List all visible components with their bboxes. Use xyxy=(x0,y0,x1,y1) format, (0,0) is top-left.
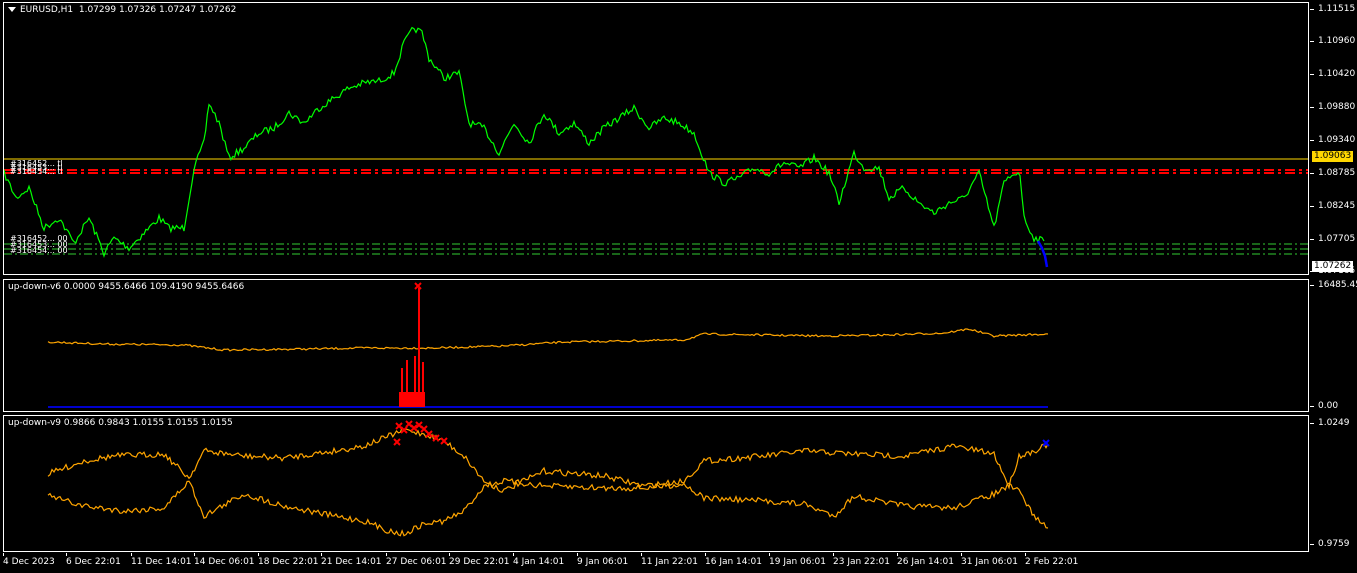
symbol-title: EURUSD,H1 xyxy=(20,5,74,15)
indicator-v6-pane[interactable]: up-down-v6 0.0000 9455.6466 109.4190 945… xyxy=(3,279,1309,412)
signal-marker-icon xyxy=(425,430,433,438)
v6-axis-top: 16485.450 xyxy=(1310,280,1357,290)
histogram-bar xyxy=(422,362,424,407)
time-tick: 19 Jan 06:01 xyxy=(769,553,826,567)
time-tick: 11 Dec 14:01 xyxy=(131,553,192,567)
price-tick: 1.09340 xyxy=(1309,135,1356,145)
indicator-v6-line xyxy=(47,328,1049,352)
time-tick: 23 Jan 22:01 xyxy=(833,553,890,567)
time-tick: 2 Feb 22:01 xyxy=(1025,553,1079,567)
signal-marker-icon xyxy=(1042,439,1050,447)
time-tick: 11 Jan 22:01 xyxy=(641,553,698,567)
indicator-v6-canvas[interactable] xyxy=(4,280,1309,412)
time-tick: 26 Jan 14:01 xyxy=(897,553,954,567)
indicator-v9-upper-line xyxy=(47,426,1049,493)
current-price-tag: 1.07262 xyxy=(1312,261,1354,272)
time-tick: 18 Dec 22:01 xyxy=(258,553,319,567)
resistance-price-tag: 1.09063 xyxy=(1312,151,1354,162)
indicator-v9-canvas[interactable] xyxy=(4,416,1309,552)
price-tick: 1.09880 xyxy=(1309,102,1356,112)
time-tick: 21 Dec 14:01 xyxy=(321,553,382,567)
histogram-bar xyxy=(418,288,420,407)
indicator-v9-pane[interactable]: up-down-v9 0.9866 0.9843 1.0155 1.0155 1… xyxy=(3,415,1309,552)
time-axis[interactable]: 4 Dec 2023 6 Dec 22:01 11 Dec 14:01 14 D… xyxy=(0,553,1357,573)
indicator-v9-lower-line xyxy=(47,477,1049,537)
price-tick: 1.11515 xyxy=(1309,4,1356,14)
chart-menu-icon[interactable] xyxy=(8,7,16,12)
indicator-v9-axis[interactable]: 1.0249 0.9759 xyxy=(1310,415,1357,552)
signal-marker-icon xyxy=(393,438,401,446)
price-tick: 1.08245 xyxy=(1309,201,1356,211)
price-tick: 1.10420 xyxy=(1309,69,1356,79)
ohlc-values: 1.07299 1.07326 1.07247 1.07262 xyxy=(78,5,237,15)
indicator-v9-title: up-down-v9 0.9866 0.9843 1.0155 1.0155 1… xyxy=(8,418,233,428)
v9-axis-bottom: 0.9759 xyxy=(1310,539,1350,549)
time-tick: 27 Dec 06:01 xyxy=(386,553,447,567)
histogram-bar xyxy=(406,360,408,407)
price-line xyxy=(4,26,1045,258)
histogram-bar xyxy=(414,356,416,407)
time-tick: 4 Jan 14:01 xyxy=(513,553,565,567)
price-chart-canvas[interactable] xyxy=(4,3,1309,275)
price-tick: 1.08785 xyxy=(1309,168,1356,178)
level-label-green: #316454... 00 xyxy=(10,246,68,255)
time-tick: 9 Jan 06:01 xyxy=(577,553,629,567)
price-tick: 1.10960 xyxy=(1309,36,1356,46)
time-tick: 14 Dec 06:01 xyxy=(194,553,255,567)
indicator-v6-title: up-down-v6 0.0000 9455.6466 109.4190 945… xyxy=(8,282,245,292)
chart-title: EURUSD,H1 1.07299 1.07326 1.07247 1.0726… xyxy=(8,5,236,15)
indicator-v6-axis[interactable]: 16485.450 0.00 xyxy=(1309,279,1357,412)
signal-marker-icon xyxy=(400,426,408,434)
v6-axis-bottom: 0.00 xyxy=(1309,401,1339,411)
signal-marker-icon xyxy=(440,437,448,445)
time-tick: 16 Jan 14:01 xyxy=(705,553,762,567)
histogram-bar xyxy=(401,368,403,407)
time-tick: 29 Dec 22:01 xyxy=(449,553,510,567)
time-tick: 31 Jan 06:01 xyxy=(961,553,1018,567)
v9-axis-top: 1.0249 xyxy=(1310,418,1350,428)
level-label-red: #316454... tl xyxy=(10,167,63,176)
price-axis[interactable]: 1.11515 1.10960 1.10420 1.09880 1.09340 … xyxy=(1309,2,1357,276)
price-tick: 1.07705 xyxy=(1309,234,1356,244)
price-chart-pane[interactable]: EURUSD,H1 1.07299 1.07326 1.07247 1.0726… xyxy=(3,2,1309,275)
time-tick: 4 Dec 2023 xyxy=(3,553,55,567)
time-tick: 6 Dec 22:01 xyxy=(66,553,121,567)
